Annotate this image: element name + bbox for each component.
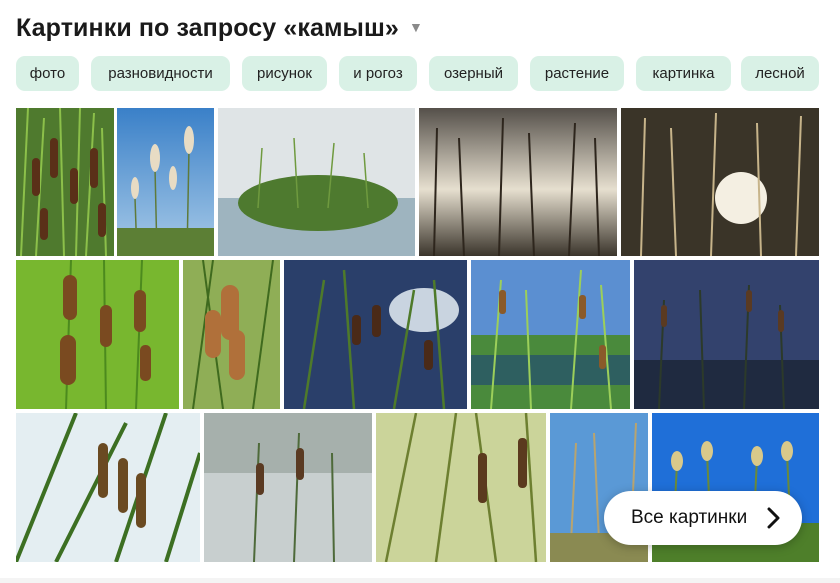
title-text: Картинки по запросу «камыш»	[16, 14, 399, 42]
chip-foto[interactable]: фото	[16, 56, 79, 91]
image-tile[interactable]	[183, 260, 280, 409]
image-tile[interactable]	[419, 108, 617, 256]
image-tile[interactable]	[621, 108, 819, 256]
reed-lake-photo	[218, 108, 415, 256]
image-tile[interactable]	[376, 413, 546, 562]
page-title[interactable]: Картинки по запросу «камыш» ▼	[16, 14, 423, 43]
image-tile[interactable]	[16, 413, 200, 562]
cattail-mist-photo	[204, 413, 372, 562]
image-tile[interactable]	[634, 260, 819, 409]
image-tile[interactable]	[16, 108, 114, 256]
chip-rastenie[interactable]: растение	[530, 56, 624, 91]
image-tile[interactable]	[204, 413, 372, 562]
chip-risunok[interactable]: рисунок	[242, 56, 327, 91]
cattail-macro-photo	[183, 260, 280, 409]
chevron-right-icon	[767, 507, 780, 529]
cattail-photo	[16, 108, 114, 256]
reeds-backlit-photo	[621, 108, 819, 256]
cattail-blue-photo	[284, 260, 467, 409]
query-suggestions: фото разновидности рисунок и рогоз озерн…	[16, 56, 826, 92]
chip-i-rogoz[interactable]: и рогоз	[339, 56, 417, 91]
cattail-green-photo	[16, 260, 179, 409]
cattail-leaves-photo	[16, 413, 200, 562]
image-tile[interactable]	[284, 260, 467, 409]
image-tile[interactable]	[16, 260, 179, 409]
cattail-lakeside-photo	[471, 260, 630, 409]
image-tile[interactable]	[218, 108, 415, 256]
chip-kartinka[interactable]: картинка	[636, 56, 731, 91]
divider	[0, 578, 840, 583]
image-tile[interactable]	[471, 260, 630, 409]
chip-lesnoi[interactable]: лесной	[741, 56, 819, 91]
triangle-down-icon[interactable]: ▼	[409, 19, 423, 35]
all-images-button[interactable]: Все картинки	[604, 491, 802, 545]
cattail-night-photo	[634, 260, 819, 409]
reeds-sunset-photo	[419, 108, 617, 256]
image-tile[interactable]	[117, 108, 214, 256]
cattail-pale-photo	[376, 413, 546, 562]
pampas-photo	[117, 108, 214, 256]
all-images-label: Все картинки	[631, 507, 748, 528]
chip-raznovidnosti[interactable]: разновидности	[91, 56, 230, 91]
chip-ozernyi[interactable]: озерный	[429, 56, 518, 91]
